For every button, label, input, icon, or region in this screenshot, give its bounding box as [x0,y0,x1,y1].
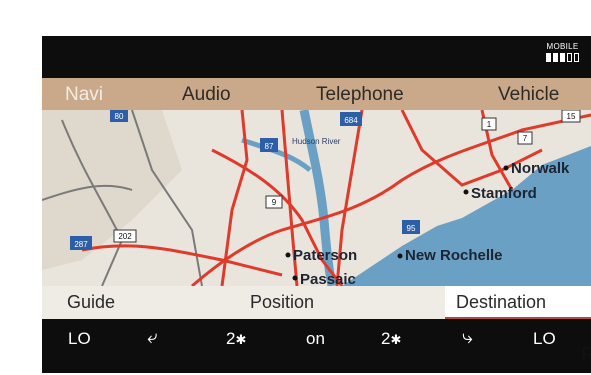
city-dot [463,189,469,195]
sub-menu: Guide Position Destination [42,286,591,319]
submenu-position[interactable]: Position [250,292,314,313]
svg-text:95: 95 [407,224,416,233]
svg-text:7: 7 [523,134,528,143]
svg-text:684: 684 [344,116,358,125]
fan-icon: ✱ [390,332,402,347]
city-dot [285,252,291,258]
signal-bar [553,53,558,62]
highway-shield-r1: 1 [481,117,497,131]
city-dot [397,253,403,259]
left-fan-speed[interactable]: 2✱ [226,329,246,349]
display-screen: MOBILE Navi Audio Telephone Vehicle 684 … [42,36,591,373]
city-label-new-rochelle: New Rochelle [405,247,503,264]
mobile-signal-indicator: MOBILE [546,42,579,62]
city-dot [292,275,298,281]
main-menu: Navi Audio Telephone Vehicle [42,78,591,110]
menu-navi[interactable]: Navi [65,84,103,106]
menu-vehicle[interactable]: Vehicle [498,84,559,106]
svg-text:9: 9 [272,198,277,207]
left-temperature[interactable]: LO [68,329,91,349]
highway-shield-r202: 202 [113,229,137,243]
highway-shield-r9: 9 [265,195,283,209]
status-bar: MOBILE [42,36,591,78]
right-airflow-icon[interactable]: ⤷ [462,327,473,349]
highway-shield-r7: 7 [517,131,533,145]
submenu-guide[interactable]: Guide [67,292,115,313]
svg-text:87: 87 [265,142,274,151]
city-label-norwalk: Norwalk [511,160,570,177]
svg-text:202: 202 [118,232,132,241]
city-label-paterson: Paterson [293,247,357,264]
svg-text:1: 1 [487,120,492,129]
highway-shield-i287: 287 [70,236,92,250]
svg-text:15: 15 [567,112,576,121]
menu-telephone[interactable]: Telephone [316,84,404,106]
submenu-destination-highlight[interactable]: Destination [445,286,591,319]
highway-shield-r15: 15 [561,110,581,123]
highway-shield-i80: 80 [110,110,128,122]
signal-bar [567,53,572,62]
signal-bars [546,53,579,62]
signal-bar [560,53,565,62]
city-label-stamford: Stamford [471,185,537,202]
right-fan-speed[interactable]: 2✱ [381,329,401,349]
climate-bar: LO ⤶ 2✱ on 2✱ ⤷ LO [42,319,591,373]
navigation-map[interactable]: 684 87 287 95 9 202 1 7 15 80 Hudson Riv… [42,110,591,286]
left-airflow-icon[interactable]: ⤶ [147,327,158,349]
city-dot [503,165,509,171]
highway-shield-i684: 684 [340,112,362,126]
ac-status[interactable]: on [306,329,325,349]
right-temperature[interactable]: LO [533,329,556,349]
mobile-label: MOBILE [546,42,579,51]
svg-text:80: 80 [115,112,124,121]
highway-shield-i87: 87 [260,138,278,152]
menu-audio[interactable]: Audio [182,84,231,106]
signal-bar [574,53,579,62]
river-label: Hudson River [292,137,341,146]
map-graphic: 684 87 287 95 9 202 1 7 15 80 Hudson Riv… [42,110,591,286]
submenu-destination[interactable]: Destination [456,292,546,313]
fan-icon: ✱ [235,332,247,347]
city-label-passaic: Passaic [300,271,356,286]
highway-shield-i95: 95 [402,220,420,234]
caption-fragment: F [581,344,591,364]
svg-text:287: 287 [74,240,88,249]
signal-bar [546,53,551,62]
